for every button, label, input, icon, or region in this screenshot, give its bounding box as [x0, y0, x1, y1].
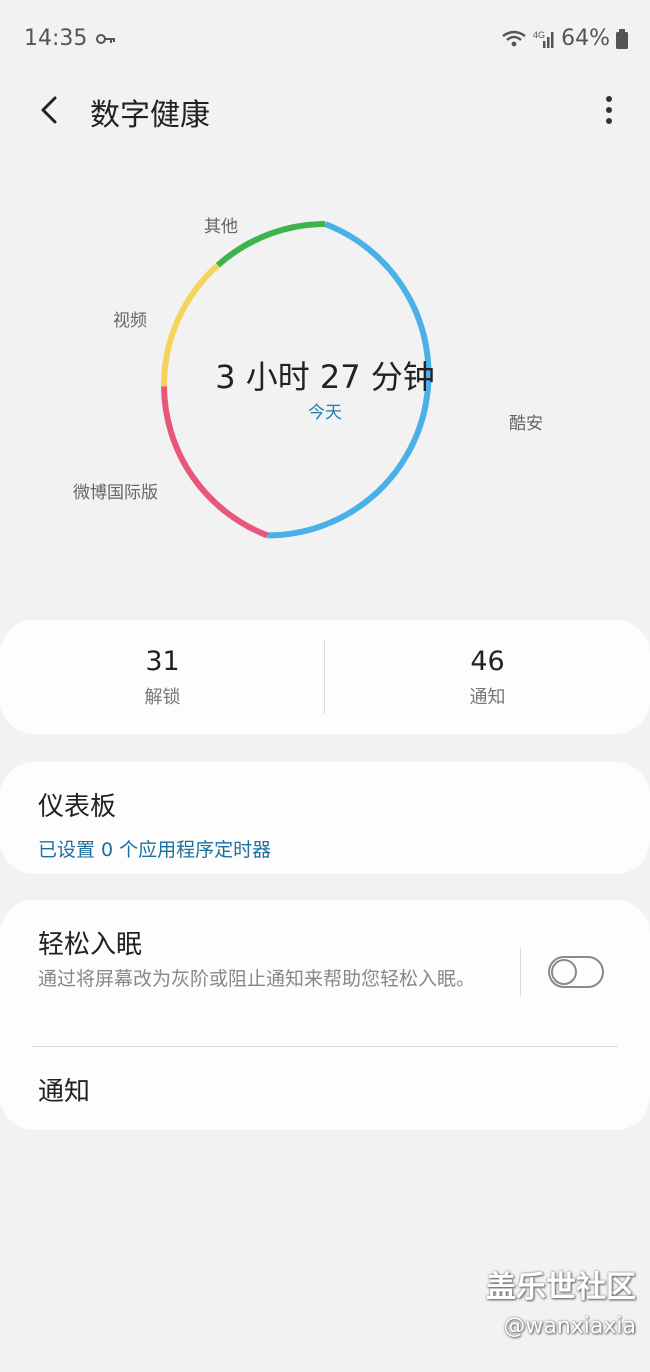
status-icons: 4G 64%: [501, 26, 628, 51]
back-button[interactable]: [28, 88, 72, 132]
page-title: 数字健康: [90, 98, 210, 133]
wind-down-description: 通过将屏幕改为灰阶或阻止通知来帮助您轻松入眠。: [38, 968, 476, 990]
period-label: 今天: [308, 403, 342, 423]
network-type: 4G: [533, 30, 545, 40]
dashboard-title: 仪表板: [38, 792, 117, 822]
watermark-name: 盖乐世社区: [486, 1270, 636, 1305]
watermark-user: @wanxiaxia: [503, 1314, 636, 1339]
more-vertical-icon: [606, 96, 612, 124]
chevron-left-icon: [41, 96, 57, 124]
unlock-label: 解锁: [144, 687, 181, 708]
key-icon: [96, 34, 115, 44]
notifications-stat[interactable]: 46 通知: [325, 620, 650, 734]
more-options-button[interactable]: [602, 94, 616, 126]
wind-down-title: 轻松入眠: [38, 930, 143, 960]
status-time: 14:35: [24, 26, 88, 51]
status-bar: 14:35 4G 64%: [0, 0, 650, 80]
wifi-icon: [502, 30, 526, 46]
battery-percent: 64%: [561, 26, 610, 51]
notifications-row[interactable]: 通知: [0, 1047, 650, 1130]
notification-count: 46: [470, 646, 505, 677]
label-video: 视频: [113, 311, 147, 331]
notification-label: 通知: [469, 687, 506, 708]
notifications-title: 通知: [38, 1077, 91, 1107]
wind-down-toggle[interactable]: [548, 956, 604, 988]
battery-icon: [616, 28, 628, 49]
total-screen-time: 3 小时 27 分钟: [215, 358, 435, 396]
label-other: 其他: [204, 217, 238, 237]
dashboard-subtitle: 已设置 0 个应用程序定时器: [38, 839, 272, 861]
unlock-count: 31: [145, 646, 180, 677]
unlocks-stat[interactable]: 31 解锁: [0, 620, 325, 734]
dashboard-card[interactable]: 仪表板 已设置 0 个应用程序定时器: [0, 762, 650, 874]
settings-card: 轻松入眠 通过将屏幕改为灰阶或阻止通知来帮助您轻松入眠。 通知: [0, 900, 650, 1130]
watermark: 盖乐世社区 @wanxiaxia: [486, 1262, 636, 1339]
label-weibo: 微博国际版: [73, 483, 158, 503]
stats-card: 31 解锁 46 通知: [0, 620, 650, 734]
toggle-divider: [520, 948, 521, 996]
app-bar: 数字健康: [0, 80, 650, 140]
signal-icon: 4G: [533, 30, 554, 48]
toggle-knob: [551, 959, 577, 985]
